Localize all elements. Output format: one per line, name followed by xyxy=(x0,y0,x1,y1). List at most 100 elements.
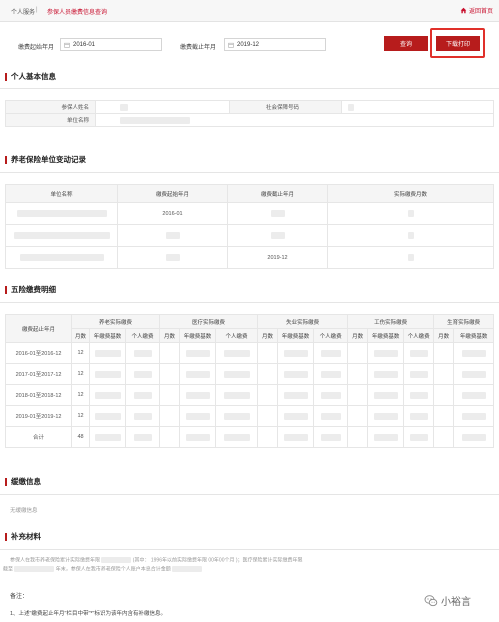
group-injury: 工伤实际缴费 xyxy=(347,314,435,329)
sub-personal: 个人缴费 xyxy=(403,328,435,343)
col-end-month: 缴费截止年月 xyxy=(227,184,328,203)
basic-info-table: 参保人姓名 社会保障号码 单位名称 xyxy=(5,100,494,127)
amount-cell xyxy=(159,384,181,406)
home-link[interactable]: 返回首页 xyxy=(460,6,493,15)
months-cell: 12 xyxy=(71,405,90,427)
sub-months: 月数 xyxy=(159,328,181,343)
col-actual-months: 实际缴费月数 xyxy=(327,184,494,203)
amount-cell xyxy=(124,405,161,427)
amount-cell xyxy=(277,342,315,364)
amount-cell xyxy=(347,342,369,364)
query-button[interactable]: 查询 xyxy=(384,36,428,51)
breadcrumb-current: 参保人员缴费信息查询 xyxy=(47,10,108,16)
amount-cell xyxy=(257,426,279,448)
unit-value xyxy=(95,113,494,127)
amount-cell xyxy=(367,405,405,427)
amount-cell xyxy=(215,384,259,406)
period-cell: 2018-01至2018-12 xyxy=(5,384,72,406)
breadcrumb: 个人服务 | 参保人员缴费信息查询 返回首页 xyxy=(0,0,499,22)
amount-cell xyxy=(215,405,259,427)
amount-cell xyxy=(347,384,369,406)
name-label: 参保人姓名 xyxy=(5,100,96,114)
unit-label: 单位名称 xyxy=(5,113,96,127)
amount-cell xyxy=(453,342,495,364)
amount-cell xyxy=(215,363,259,385)
amount-cell xyxy=(179,384,217,406)
sub-base: 年缴费基数 xyxy=(367,328,405,343)
amount-cell xyxy=(257,405,279,427)
months-cell: 12 xyxy=(71,342,90,364)
amount-cell xyxy=(367,363,405,385)
amount-cell xyxy=(159,363,181,385)
amount-cell xyxy=(89,405,126,427)
amount-cell xyxy=(124,342,161,364)
amount-cell xyxy=(124,384,161,406)
name-value xyxy=(95,100,230,114)
amount-cell xyxy=(179,363,217,385)
divider xyxy=(0,494,499,495)
supplement-title: 补充材料 xyxy=(5,533,41,541)
amount-cell xyxy=(313,426,349,448)
amount-cell xyxy=(215,426,259,448)
end-month-value: 2019-12 xyxy=(237,41,260,48)
calendar-icon xyxy=(228,42,234,48)
filter-bar: 缴费起始年月 2016-01 缴费截止年月 2019-12 查询 下载打印 xyxy=(0,22,499,66)
ssn-value xyxy=(341,100,494,114)
amount-cell xyxy=(453,363,495,385)
amount-cell xyxy=(433,342,455,364)
group-pension: 养老实际缴费 xyxy=(70,314,161,329)
amount-cell xyxy=(124,363,161,385)
amount-cell xyxy=(89,384,126,406)
supplement-line-1: 参保人在我市养老保险累计实际缴费年限 (其中： 1996年以前实际缴费年限 00… xyxy=(10,557,303,564)
sub-base: 年缴费基数 xyxy=(453,328,495,343)
amount-cell xyxy=(313,363,349,385)
calendar-icon xyxy=(64,42,70,48)
start-month-input[interactable]: 2016-01 xyxy=(60,38,162,51)
table-row: 合计 48 xyxy=(5,426,495,448)
sub-base: 年缴费基数 xyxy=(179,328,217,343)
wechat-icon xyxy=(424,594,438,606)
note-title: 备注： xyxy=(10,594,29,600)
breadcrumb-personal-service[interactable]: 个人服务 xyxy=(11,7,35,16)
amount-cell xyxy=(159,342,181,364)
amount-cell xyxy=(433,384,455,406)
supplement-line-2: 截至 年末，参保人在我市养老保险个人账户本息合计金额 xyxy=(3,566,483,573)
divider xyxy=(0,302,499,303)
arrears-title: 缓缴信息 xyxy=(5,478,41,486)
amount-cell xyxy=(403,384,435,406)
watermark-text: 小裕言 xyxy=(441,597,471,608)
amount-cell xyxy=(403,405,435,427)
start-month-label: 缴费起始年月 xyxy=(18,45,55,51)
watermark: 小裕言 xyxy=(424,593,471,608)
divider xyxy=(0,88,499,89)
five-insurance-title: 五险缴费明细 xyxy=(5,286,56,294)
amount-cell xyxy=(367,426,405,448)
amount-cell xyxy=(433,426,455,448)
col-start-month: 缴费起始年月 xyxy=(117,184,228,203)
end-month-label: 缴费截止年月 xyxy=(180,45,217,51)
amount-cell xyxy=(433,405,455,427)
pension-changes-title: 养老保险单位变动记录 xyxy=(5,156,86,164)
download-print-button[interactable]: 下载打印 xyxy=(436,36,480,51)
amount-cell xyxy=(403,426,435,448)
amount-cell xyxy=(313,405,349,427)
end-month-input[interactable]: 2019-12 xyxy=(224,38,326,51)
sub-personal: 个人缴费 xyxy=(313,328,349,343)
sub-base: 年缴费基数 xyxy=(89,328,126,343)
ssn-label: 社会保障号码 xyxy=(229,100,342,114)
table-row: 2016-01至2016-12 12 xyxy=(5,342,495,364)
amount-cell xyxy=(277,426,315,448)
amount-cell xyxy=(257,384,279,406)
home-link-label: 返回首页 xyxy=(468,9,493,15)
amount-cell xyxy=(179,405,217,427)
amount-cell xyxy=(179,426,217,448)
amount-cell xyxy=(257,342,279,364)
sub-months: 月数 xyxy=(257,328,279,343)
amount-cell xyxy=(313,384,349,406)
amount-cell xyxy=(453,384,495,406)
table-row: 2019-01至2019-12 12 xyxy=(5,405,495,427)
amount-cell xyxy=(453,405,495,427)
sub-base: 年缴费基数 xyxy=(277,328,315,343)
amount-cell xyxy=(453,426,495,448)
basic-info-title: 个人基本信息 xyxy=(5,73,56,81)
